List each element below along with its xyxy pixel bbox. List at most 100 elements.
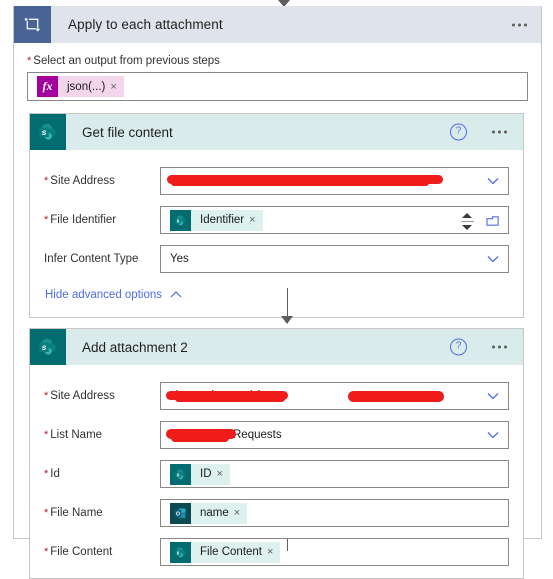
spinner-control[interactable]	[456, 208, 478, 234]
site-address-combobox[interactable]: sharepoint.com/si	[160, 382, 509, 410]
field-row-file-name: * File Name O name ×	[44, 499, 509, 527]
field-label-file-name: * File Name	[44, 499, 160, 520]
field-label-site-address: * Site Address	[44, 167, 160, 188]
field-row-list-name: * List Name Requests	[44, 421, 509, 449]
file-name-token-input[interactable]: O name ×	[160, 499, 509, 527]
required-asterisk: *	[44, 468, 49, 480]
file-identifier-token-input[interactable]: s Identifier ×	[160, 206, 509, 234]
field-label-file-content: * File Content	[44, 538, 160, 559]
field-label-text: List Name	[50, 429, 103, 441]
hide-advanced-options-link[interactable]: Hide advanced options	[45, 289, 182, 301]
chevron-up-icon	[170, 289, 182, 301]
help-icon[interactable]: ?	[450, 123, 467, 141]
list-name-combobox[interactable]: Requests	[160, 421, 509, 449]
fx-icon: fx	[37, 76, 58, 97]
required-asterisk: *	[44, 429, 49, 441]
output-field-label: * Select an output from previous steps	[27, 55, 528, 67]
folder-picker-icon[interactable]	[478, 208, 508, 234]
action-more-button[interactable]	[492, 345, 507, 349]
redaction-mark	[167, 175, 443, 184]
required-asterisk: *	[44, 175, 49, 187]
action-header[interactable]: s Add attachment 2 ?	[30, 329, 523, 365]
field-row-id: * Id s ID ×	[44, 460, 509, 488]
redaction-mark	[171, 434, 229, 442]
token-chip-label: ID	[200, 468, 212, 480]
help-icon[interactable]: ?	[450, 338, 467, 356]
field-row-infer-content-type: Infer Content Type Yes	[44, 245, 509, 273]
token-chip-label: name	[200, 507, 229, 519]
action-header[interactable]: s Get file content ?	[30, 114, 523, 150]
token-remove-icon[interactable]: ×	[110, 81, 123, 93]
token-remove-icon[interactable]: ×	[267, 546, 280, 558]
token-chip-label: Identifier	[200, 214, 245, 226]
infer-content-type-value: Yes	[170, 253, 189, 265]
token-chip-label: json(...)	[67, 80, 106, 93]
required-asterisk: *	[44, 214, 49, 226]
field-label-text: File Identifier	[50, 214, 117, 226]
svg-text:s: s	[177, 472, 180, 478]
action-card-add-attachment-2: s Add attachment 2 ? * Site Address share…	[29, 328, 524, 579]
output-field-label-text: Select an output from previous steps	[33, 55, 220, 67]
sharepoint-icon: s	[30, 114, 66, 150]
token-chip-label: File Content	[200, 546, 263, 558]
chevron-down-icon[interactable]	[487, 256, 499, 263]
action-body: * Site Address * File Identifier s Ident…	[30, 150, 523, 317]
redaction-mark	[348, 391, 444, 402]
field-label-id: * Id	[44, 460, 160, 481]
token-chip-json[interactable]: fx json(...) ×	[37, 76, 124, 97]
svg-text:s: s	[42, 127, 47, 137]
required-asterisk: *	[44, 507, 49, 519]
field-label-file-identifier: * File Identifier	[44, 206, 160, 227]
field-row-file-content: * File Content s File Content ×	[44, 538, 509, 566]
scope-title: Apply to each attachment	[68, 17, 223, 32]
chevron-down-icon[interactable]	[487, 178, 499, 185]
flow-designer-canvas: Apply to each attachment * Select an outp…	[0, 0, 553, 579]
field-row-site-address: * Site Address	[44, 167, 509, 195]
scope-more-button[interactable]	[512, 23, 527, 26]
field-row-site-address: * Site Address sharepoint.com/si	[44, 382, 509, 410]
loop-icon	[14, 6, 51, 43]
sharepoint-icon: s	[30, 329, 66, 365]
scope-header[interactable]: Apply to each attachment	[14, 6, 541, 43]
site-address-value: sharepoint.com/si	[170, 390, 261, 402]
output-token-input[interactable]: fx json(...) ×	[27, 72, 528, 101]
token-chip-id[interactable]: s ID ×	[170, 463, 230, 485]
field-label-text: Infer Content Type	[44, 253, 139, 265]
file-identifier-controls	[456, 207, 508, 235]
action-title: Get file content	[82, 124, 173, 140]
token-chip-identifier[interactable]: s Identifier ×	[170, 209, 263, 231]
sharepoint-icon: s	[170, 463, 191, 485]
action-title: Add attachment 2	[82, 339, 188, 355]
sharepoint-icon: s	[170, 541, 191, 563]
field-label-text: File Content	[50, 546, 113, 558]
site-address-combobox[interactable]	[160, 167, 509, 195]
redaction-mark	[171, 180, 429, 186]
redaction-mark	[381, 396, 439, 402]
infer-content-type-combobox[interactable]: Yes	[160, 245, 509, 273]
required-asterisk: *	[27, 55, 32, 67]
svg-text:O: O	[176, 511, 180, 517]
id-token-input[interactable]: s ID ×	[160, 460, 509, 488]
chevron-down-icon[interactable]	[487, 432, 499, 439]
connector-arrow-1	[281, 288, 293, 324]
action-more-button[interactable]	[492, 130, 507, 134]
field-label-site-address: * Site Address	[44, 382, 160, 403]
field-label-text: File Name	[50, 507, 103, 519]
svg-text:s: s	[42, 342, 47, 352]
action-card-get-file-content: s Get file content ? * Site Address * Fi…	[29, 113, 524, 318]
file-content-token-input[interactable]: s File Content ×	[160, 538, 509, 566]
field-label-text: Site Address	[50, 175, 115, 187]
field-label-text: Id	[50, 468, 60, 480]
connector-arrow-2	[281, 539, 293, 551]
field-row-file-identifier: * File Identifier s Identifier ×	[44, 206, 509, 234]
hide-advanced-options-label: Hide advanced options	[45, 289, 162, 301]
chevron-down-icon[interactable]	[487, 393, 499, 400]
token-remove-icon[interactable]: ×	[217, 468, 230, 480]
token-chip-name[interactable]: O name ×	[170, 502, 248, 524]
token-chip-file-content[interactable]: s File Content ×	[170, 541, 281, 563]
outlook-icon: O	[170, 502, 191, 524]
token-remove-icon[interactable]: ×	[234, 507, 247, 519]
token-remove-icon[interactable]: ×	[249, 214, 262, 226]
list-name-value: Requests	[233, 429, 282, 441]
field-label-text: Site Address	[50, 390, 115, 402]
